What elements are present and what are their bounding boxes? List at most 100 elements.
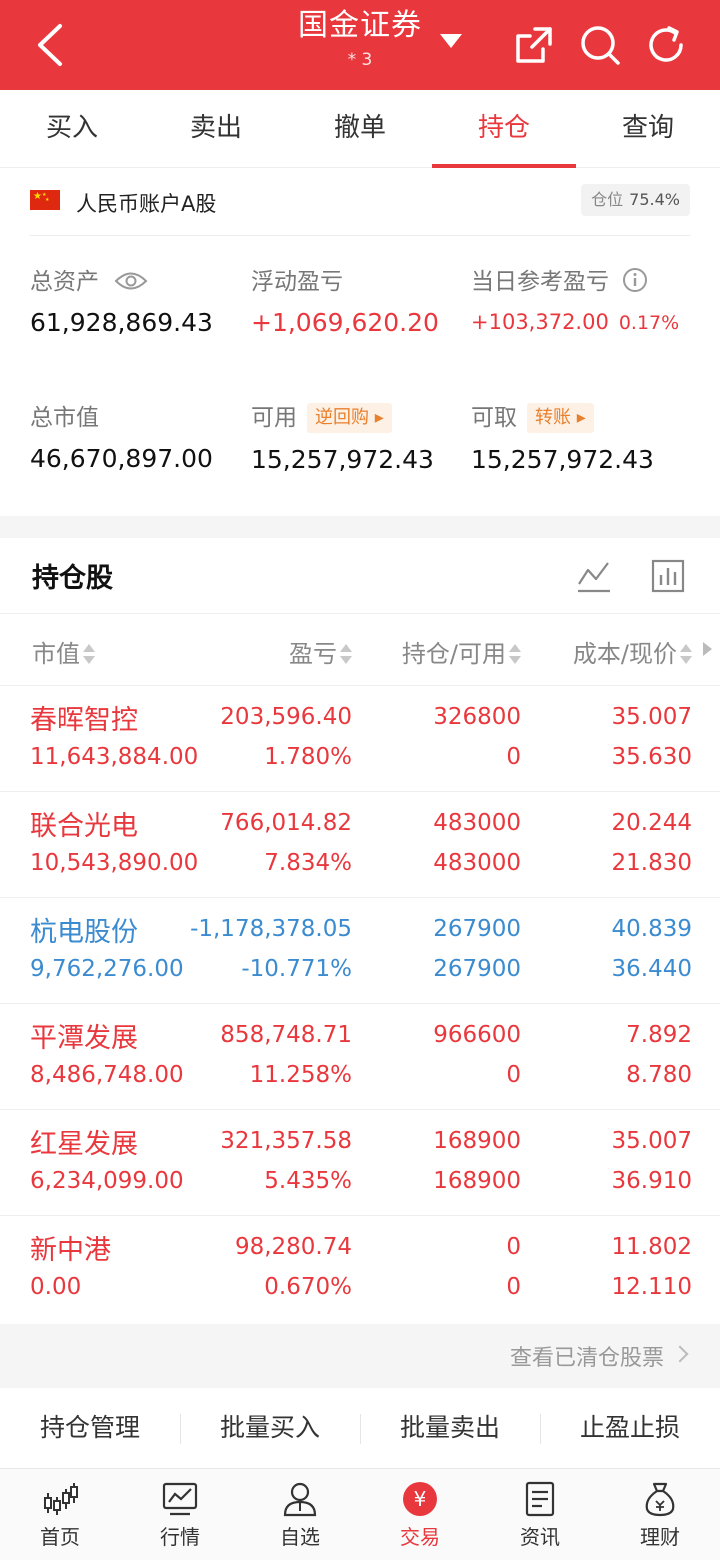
- stop-profit-loss-button[interactable]: 止盈止损: [540, 1388, 720, 1468]
- market-value-label: 总市值: [30, 405, 99, 431]
- divider: [30, 235, 690, 236]
- refresh-icon[interactable]: [645, 24, 687, 66]
- reverse-repo-button[interactable]: 逆回购 ▸: [307, 403, 392, 433]
- table-row[interactable]: 春晖智控 11,643,884.00 203,596.40 1.780% 326…: [0, 686, 720, 792]
- withdrawable-label: 可取: [471, 405, 517, 431]
- stock-price: 36.440: [611, 956, 692, 982]
- holdings-column-header: 市值 盈亏 持仓/可用 成本/现价: [0, 614, 720, 686]
- stock-market-value: 0.00: [30, 1274, 82, 1300]
- stock-available: 0: [506, 744, 521, 770]
- broker-title[interactable]: 国金证券: [298, 6, 422, 46]
- nav-wealth-label: 理财: [640, 1525, 680, 1549]
- nav-watchlist[interactable]: 自选: [240, 1469, 360, 1560]
- search-icon[interactable]: [579, 24, 621, 66]
- stock-name: 联合光电: [30, 811, 138, 842]
- batch-sell-button[interactable]: 批量卖出: [360, 1388, 540, 1468]
- account-row: ★ ★ ★ 人民币账户A股 仓位 75.4%: [0, 168, 720, 236]
- stock-name: 杭电股份: [30, 917, 138, 948]
- table-row[interactable]: 新中港 0.00 98,280.74 0.670% 0 0 11.802 12.…: [0, 1216, 720, 1322]
- table-row[interactable]: 联合光电 10,543,890.00 766,014.82 7.834% 483…: [0, 792, 720, 898]
- nav-trade-label: 交易: [400, 1525, 440, 1549]
- stock-price: 36.910: [611, 1168, 692, 1194]
- daily-pl-pct: 0.17%: [618, 312, 680, 334]
- tab-holdings[interactable]: 持仓: [432, 90, 576, 168]
- stock-market-value: 8,486,748.00: [30, 1062, 184, 1088]
- dropdown-caret-icon[interactable]: [440, 34, 462, 48]
- metric-float-pl: 浮动盈亏 +1,069,620.20: [251, 262, 439, 337]
- scroll-right-icon[interactable]: [703, 642, 712, 656]
- stock-cost: 40.839: [611, 916, 692, 942]
- stock-holding: 0: [506, 1234, 521, 1260]
- nav-news-label: 资讯: [520, 1525, 560, 1549]
- metric-daily-pl: 当日参考盈亏 +103,372.00 0.17%: [471, 262, 679, 334]
- table-row[interactable]: 杭电股份 9,762,276.00 -1,178,378.05 -10.771%…: [0, 898, 720, 1004]
- nav-news[interactable]: 资讯: [480, 1469, 600, 1560]
- nav-market[interactable]: 行情: [120, 1469, 240, 1560]
- sort-icon: [83, 643, 95, 665]
- nav-home-label: 首页: [40, 1525, 80, 1549]
- eye-icon[interactable]: [114, 270, 148, 292]
- nav-trade[interactable]: ¥ 交易: [360, 1469, 480, 1560]
- stock-cost: 11.802: [611, 1234, 692, 1260]
- batch-buy-button[interactable]: 批量买入: [180, 1388, 360, 1468]
- stock-name: 红星发展: [30, 1129, 138, 1160]
- trade-tabs: 买入 卖出 撤单 持仓 查询: [0, 90, 720, 168]
- stock-price: 8.780: [626, 1062, 692, 1088]
- yuan-coin-icon: ¥: [403, 1482, 437, 1516]
- info-icon[interactable]: [622, 267, 648, 293]
- stock-name: 平潭发展: [30, 1023, 138, 1054]
- stock-pl: 858,748.71: [220, 1022, 352, 1048]
- holdings-title: 持仓股: [32, 563, 113, 594]
- china-flag-icon: ★ ★ ★: [30, 190, 60, 210]
- available-value: 15,257,972.43: [251, 445, 434, 474]
- cleared-stocks-link[interactable]: 查看已清仓股票: [0, 1324, 720, 1388]
- user-icon: [283, 1482, 317, 1517]
- share-icon[interactable]: [513, 24, 555, 66]
- col-cost-price[interactable]: 成本/现价: [573, 634, 692, 669]
- stock-available: 267900: [433, 956, 521, 982]
- stock-cost: 20.244: [611, 810, 692, 836]
- stock-pl: 98,280.74: [234, 1234, 352, 1260]
- table-row[interactable]: 红星发展 6,234,099.00 321,357.58 5.435% 1689…: [0, 1110, 720, 1216]
- market-value-value: 46,670,897.00: [30, 444, 213, 473]
- table-row[interactable]: 平潭发展 8,486,748.00 858,748.71 11.258% 966…: [0, 1004, 720, 1110]
- cleared-stocks-label: 查看已清仓股票: [509, 1346, 664, 1371]
- tab-cancel[interactable]: 撤单: [288, 90, 432, 168]
- stock-pl-pct: 1.780%: [264, 744, 352, 770]
- metric-total-assets: 总资产 61,928,869.43: [30, 262, 213, 337]
- stock-holding: 168900: [433, 1128, 521, 1154]
- nav-home[interactable]: 首页: [0, 1469, 120, 1560]
- float-pl-label: 浮动盈亏: [251, 269, 343, 295]
- stock-pl: 766,014.82: [220, 810, 352, 836]
- stock-name: 新中港: [30, 1235, 111, 1266]
- tab-query[interactable]: 查询: [576, 90, 720, 168]
- money-bag-icon: [645, 1482, 675, 1517]
- metric-withdrawable: 可取 转账 ▸ 15,257,972.43: [471, 398, 654, 474]
- nav-wealth[interactable]: 理财: [600, 1469, 720, 1560]
- bar-chart-icon[interactable]: [650, 558, 686, 594]
- stock-pl-pct: 5.435%: [264, 1168, 352, 1194]
- position-ratio-badge: 仓位 75.4%: [581, 184, 690, 216]
- line-chart-icon[interactable]: [576, 558, 612, 594]
- stock-pl-pct: -10.771%: [241, 956, 352, 982]
- candlestick-icon: [44, 1483, 78, 1515]
- holdings-header: 持仓股: [0, 538, 720, 614]
- transfer-button[interactable]: 转账 ▸: [527, 403, 594, 433]
- col-pl[interactable]: 盈亏: [289, 634, 352, 669]
- position-management-button[interactable]: 持仓管理: [0, 1388, 180, 1468]
- available-label: 可用: [251, 405, 297, 431]
- stock-holding: 483000: [433, 810, 521, 836]
- stock-available: 0: [506, 1062, 521, 1088]
- stock-pl-pct: 7.834%: [264, 850, 352, 876]
- col-market-value[interactable]: 市值: [32, 634, 95, 669]
- stock-holding: 966600: [433, 1022, 521, 1048]
- stock-cost: 35.007: [611, 1128, 692, 1154]
- holdings-action-bar: 持仓管理 批量买入 批量卖出 止盈止损: [0, 1388, 720, 1468]
- sort-icon: [340, 643, 352, 665]
- tab-sell[interactable]: 卖出: [144, 90, 288, 168]
- stock-pl: -1,178,378.05: [190, 916, 352, 942]
- col-holding[interactable]: 持仓/可用: [402, 634, 521, 669]
- tab-buy[interactable]: 买入: [0, 90, 144, 168]
- sort-icon: [509, 643, 521, 665]
- stock-market-value: 10,543,890.00: [30, 850, 199, 876]
